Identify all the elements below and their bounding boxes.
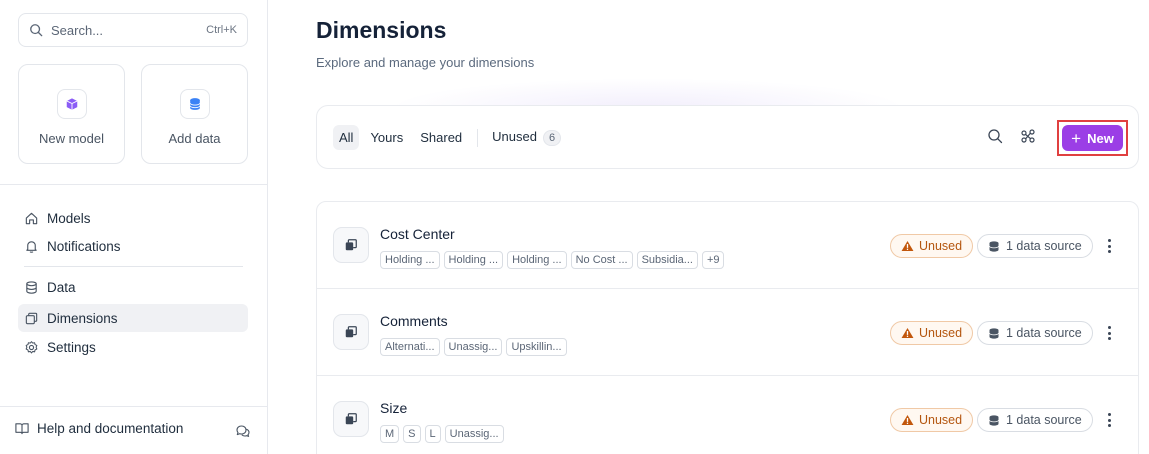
main-content: Dimensions Explore and manage your dimen… (268, 0, 1149, 454)
help-link[interactable]: Help and documentation (14, 421, 183, 436)
sidebar-item-notifications[interactable]: Notifications (18, 232, 248, 260)
status-label: Unused (919, 413, 963, 427)
data-source-badge[interactable]: 1 data source (977, 234, 1093, 258)
member-tag: Holding ... (443, 251, 504, 269)
chat-icon[interactable] (235, 423, 251, 439)
more-options-icon[interactable] (1105, 323, 1113, 343)
add-data-button[interactable]: Add data (141, 64, 248, 164)
sidebar-item-data[interactable]: Data (18, 273, 248, 301)
plus-icon: + (1071, 128, 1082, 148)
database-icon (179, 88, 210, 119)
page-title: Dimensions (316, 17, 447, 43)
member-tags: M S L Unassig... (380, 425, 508, 443)
sidebar-item-dimensions[interactable]: Dimensions (18, 304, 248, 332)
sidebar-item-label: Data (47, 279, 76, 295)
data-source-label: 1 data source (1006, 326, 1082, 340)
new-button-highlight: + New (1057, 120, 1128, 156)
member-tag: Subsidia... (636, 251, 698, 269)
data-source-label: 1 data source (1006, 413, 1082, 427)
sidebar-item-label: Settings (47, 339, 96, 355)
divider (0, 184, 267, 185)
more-options-icon[interactable] (1105, 410, 1113, 430)
database-icon (26, 280, 37, 294)
home-icon (25, 212, 38, 224)
member-tag: S (403, 425, 421, 443)
cube-icon (56, 88, 87, 119)
member-tags: Holding ... Holding ... Holding ... No C… (380, 251, 728, 269)
search-icon (30, 24, 43, 37)
divider (477, 128, 479, 147)
divider (24, 266, 243, 267)
warning-icon (901, 240, 914, 252)
bell-icon (26, 240, 37, 253)
data-source-label: 1 data source (1006, 239, 1082, 253)
new-model-label: New model (38, 130, 105, 146)
member-tag: M (380, 425, 400, 443)
status-badge: Unused (890, 408, 974, 432)
status-badge: Unused (890, 234, 974, 258)
database-icon (989, 327, 999, 339)
book-icon (15, 423, 29, 435)
copy-icon (25, 312, 38, 324)
member-tag: Upskillin... (506, 338, 567, 356)
new-model-button[interactable]: New model (18, 64, 125, 164)
sidebar-item-label: Dimensions (47, 310, 118, 326)
warning-icon (901, 327, 914, 339)
new-button-label: New (1087, 130, 1114, 146)
sidebar-item-label: Notifications (47, 238, 121, 254)
more-options-icon[interactable] (1105, 236, 1113, 256)
filter-toolbar: All Yours Shared Unused 6 + New (316, 105, 1139, 169)
tab-yours[interactable]: Yours (364, 125, 409, 150)
tab-shared[interactable]: Shared (414, 125, 468, 150)
status-label: Unused (919, 326, 963, 340)
member-tag: Holding ... (380, 251, 440, 269)
tab-unused[interactable]: Unused 6 (486, 124, 567, 151)
graph-icon[interactable] (1020, 128, 1036, 144)
add-data-label: Add data (168, 130, 221, 146)
status-badge: Unused (890, 321, 974, 345)
member-tag: Alternati... (380, 338, 440, 356)
warning-icon (901, 414, 914, 426)
data-source-badge[interactable]: 1 data source (977, 408, 1093, 432)
dimension-name: Comments (380, 313, 448, 329)
sidebar: Search... Ctrl+K New model Add data Mode… (0, 0, 268, 454)
member-tag: No Cost ... (570, 251, 633, 269)
member-tag: Unassig... (443, 338, 503, 356)
dimension-icon (333, 401, 369, 437)
list-item[interactable]: Comments Alternati... Unassig... Upskill… (317, 289, 1138, 376)
dimension-name: Cost Center (380, 226, 455, 242)
list-item[interactable]: Cost Center Holding ... Holding ... Hold… (317, 202, 1138, 289)
database-icon (989, 414, 999, 426)
help-label: Help and documentation (37, 421, 184, 436)
dimension-icon (333, 227, 369, 263)
database-icon (989, 240, 999, 252)
tab-all[interactable]: All (333, 125, 360, 150)
filter-tabs: All Yours Shared Unused 6 (333, 124, 572, 151)
unused-count-badge: 6 (542, 130, 562, 146)
more-tags-count: +9 (701, 251, 725, 269)
sidebar-item-models[interactable]: Models (18, 204, 248, 232)
search-input[interactable]: Search... Ctrl+K (18, 13, 248, 47)
member-tag: L (424, 425, 441, 443)
member-tag: Holding ... (507, 251, 567, 269)
tab-unused-label: Unused (492, 129, 537, 144)
list-item[interactable]: Size M S L Unassig... Unused 1 data sour… (317, 376, 1138, 454)
search-shortcut: Ctrl+K (206, 24, 237, 36)
divider (0, 406, 267, 407)
dimension-name: Size (380, 400, 408, 416)
search-icon[interactable] (987, 128, 1003, 144)
member-tag: Unassig... (444, 425, 504, 443)
member-tags: Alternati... Unassig... Upskillin... (380, 338, 571, 356)
dimensions-list: Cost Center Holding ... Holding ... Hold… (316, 201, 1139, 454)
gear-icon (25, 340, 38, 353)
dimension-icon (333, 314, 369, 350)
search-placeholder: Search... (51, 22, 104, 38)
new-button[interactable]: + New (1062, 125, 1123, 151)
sidebar-item-settings[interactable]: Settings (18, 333, 248, 361)
status-label: Unused (919, 239, 963, 253)
sidebar-item-label: Models (47, 210, 91, 226)
page-subtitle: Explore and manage your dimensions (316, 55, 535, 70)
data-source-badge[interactable]: 1 data source (977, 321, 1093, 345)
